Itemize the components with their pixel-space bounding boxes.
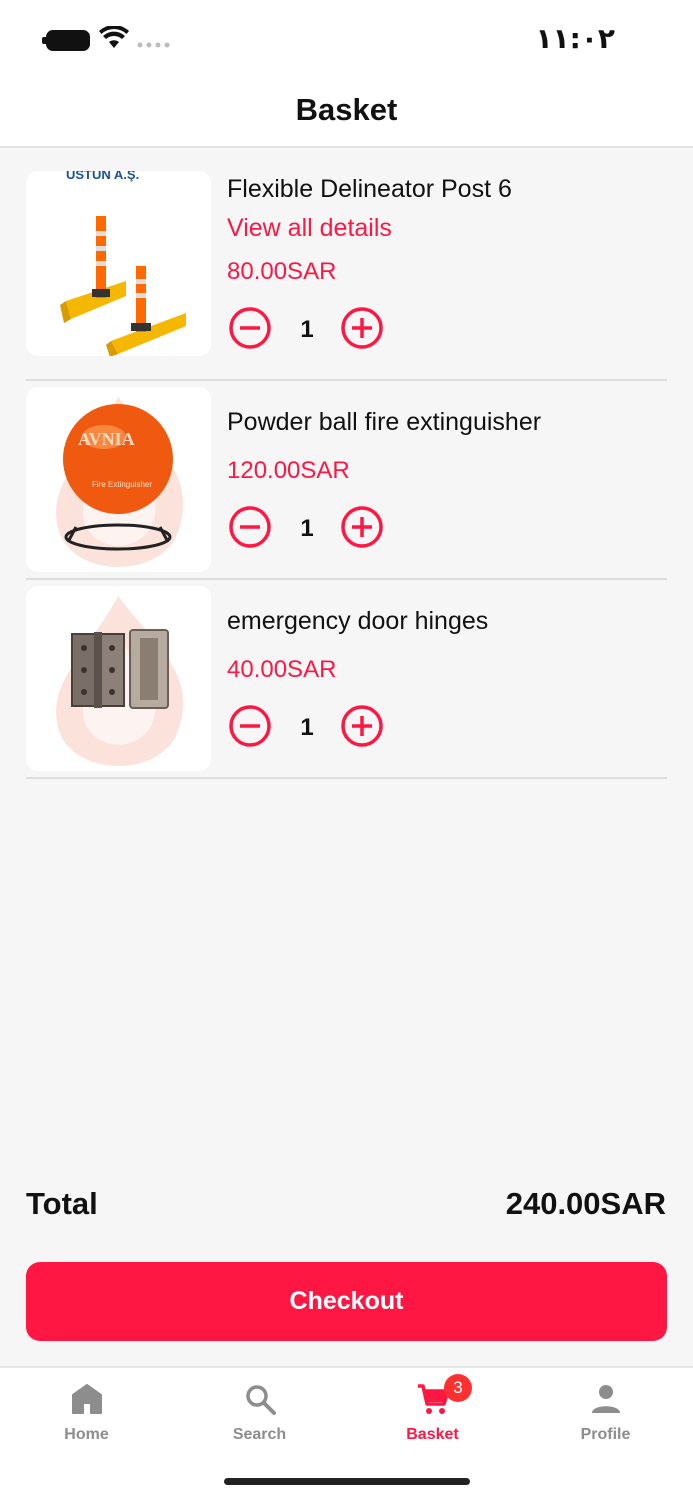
plus-circle-icon <box>341 307 383 349</box>
tab-home[interactable]: Home <box>0 1368 173 1458</box>
item-quantity: 1 <box>300 515 314 542</box>
home-icon <box>70 1382 104 1416</box>
image-caption: USTUN A.Ş. <box>66 171 139 182</box>
status-bar: ١١:٠٢ <box>0 0 693 80</box>
decrease-quantity-button[interactable] <box>228 505 272 549</box>
minus-circle-icon <box>229 307 271 349</box>
item-name: Flexible Delineator Post 6 <box>227 175 512 203</box>
checkout-button[interactable]: Checkout <box>26 1262 667 1341</box>
plus-circle-icon <box>341 506 383 548</box>
tab-label: Home <box>64 1426 109 1443</box>
decrease-quantity-button[interactable] <box>228 704 272 748</box>
item-name: emergency door hinges <box>227 607 489 635</box>
home-indicator <box>224 1478 470 1485</box>
product-image-fire-extinguisher[interactable]: AVNIA Fire Extinguisher <box>26 387 211 572</box>
tab-label: Profile <box>580 1426 631 1443</box>
profile-icon <box>589 1382 623 1416</box>
tab-basket[interactable]: 3 Basket <box>346 1368 519 1458</box>
minus-circle-icon <box>229 506 271 548</box>
minus-circle-icon <box>229 705 271 747</box>
status-time: ١١:٠٢ <box>535 22 615 55</box>
item-quantity: 1 <box>300 714 314 741</box>
item-price: 80.00SAR <box>227 258 337 285</box>
cart-item-door-hinges: emergency door hinges 40.00SAR 1 <box>26 586 667 779</box>
fire-ball-image: AVNIA Fire Extinguisher <box>56 397 184 567</box>
wifi-icon <box>99 26 129 48</box>
signal-icon <box>137 42 170 48</box>
item-quantity: 1 <box>300 316 314 343</box>
tab-label: Basket <box>406 1426 459 1443</box>
plus-circle-icon <box>341 705 383 747</box>
tab-search[interactable]: Search <box>173 1368 346 1458</box>
page-title: Basket <box>295 92 398 127</box>
increase-quantity-button[interactable] <box>340 306 384 350</box>
tab-profile[interactable]: Profile <box>519 1368 692 1458</box>
item-price: 120.00SAR <box>227 457 350 484</box>
door-hinges-image <box>56 596 184 766</box>
item-name: Powder ball fire extinguisher <box>227 408 542 436</box>
cart-item-delineator-post: USTUN A.Ş. Flexible Delineator Post 6 Vi… <box>26 171 667 381</box>
product-image-delineator[interactable]: USTUN A.Ş. <box>26 171 211 356</box>
increase-quantity-button[interactable] <box>340 505 384 549</box>
total-label: Total <box>26 1186 98 1221</box>
svg-text:AVNIA: AVNIA <box>78 429 135 449</box>
svg-text:Fire Extinguisher: Fire Extinguisher <box>92 480 152 489</box>
item-price: 40.00SAR <box>227 656 337 683</box>
cart-item-fire-extinguisher: AVNIA Fire Extinguisher Powder ball fire… <box>26 387 667 580</box>
battery-icon <box>42 30 90 51</box>
search-icon <box>243 1382 277 1416</box>
cart-count-badge: 3 <box>444 1374 472 1402</box>
tab-label: Search <box>232 1426 287 1443</box>
decrease-quantity-button[interactable] <box>228 306 272 350</box>
delineator-post-image: USTUN A.Ş. <box>60 171 186 356</box>
nav-bar: Basket <box>0 80 693 148</box>
view-details-link[interactable]: View all details <box>227 214 392 243</box>
total-value: 240.00SAR <box>505 1186 666 1221</box>
product-image-door-hinges[interactable] <box>26 586 211 771</box>
increase-quantity-button[interactable] <box>340 704 384 748</box>
